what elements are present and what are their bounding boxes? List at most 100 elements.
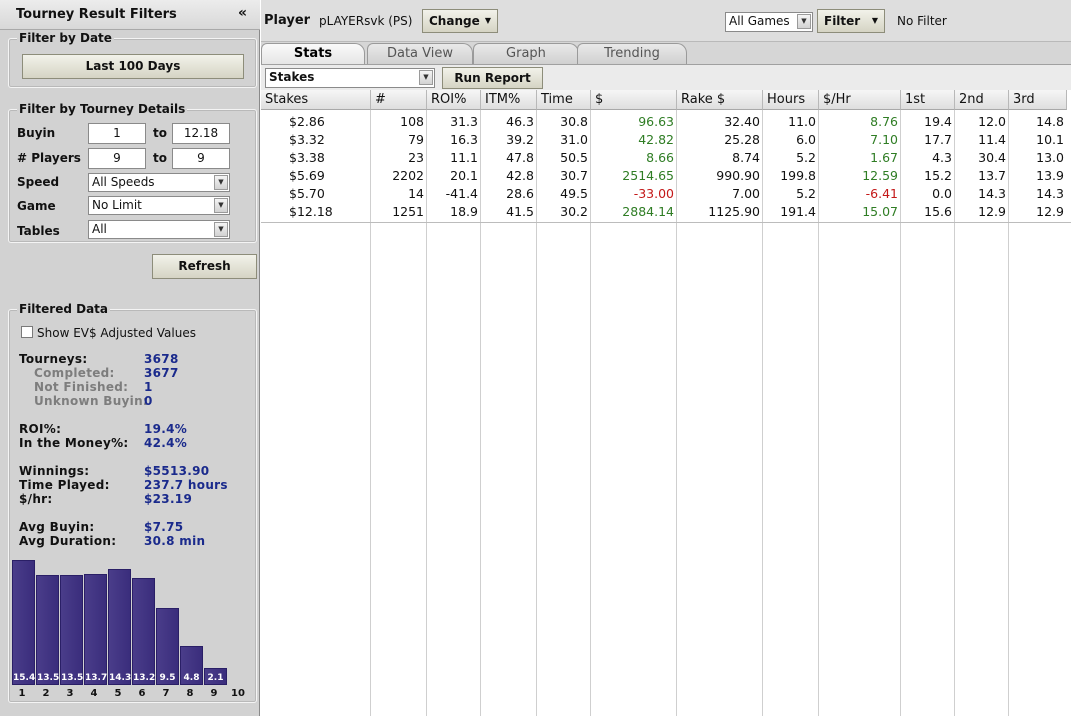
filter-button[interactable]: Filter ▼ (817, 9, 885, 33)
table-cell: 39.2 (506, 132, 534, 147)
histogram-bar: 14.3 (108, 569, 131, 685)
chevron-down-icon[interactable]: ▼ (214, 175, 228, 190)
buyin-to-label: to (153, 126, 167, 140)
run-report-button[interactable]: Run Report (442, 67, 543, 89)
table-cell: 32.40 (724, 114, 760, 129)
histogram-x-label: 2 (42, 688, 50, 699)
roi-label: ROI%: (19, 422, 62, 436)
refresh-button[interactable]: Refresh (152, 254, 257, 279)
speed-select[interactable]: All Speeds ▼ (88, 173, 230, 192)
histogram-bar: 15.4 (12, 560, 35, 685)
column-header[interactable]: Time (537, 90, 591, 110)
stats-table: Stakes # ROI% ITM% Time $ Rake $ Hours $/Hr 1st 2n… (261, 90, 1071, 716)
tourneys-value: 3678 (144, 352, 179, 366)
column-header[interactable]: $/Hr (819, 90, 901, 110)
table-cell: 96.63 (638, 114, 674, 129)
histogram-x-label: 7 (162, 688, 170, 699)
change-player-label: Change (429, 14, 480, 28)
column-header[interactable]: 3rd (1009, 90, 1067, 110)
collapse-icon[interactable]: « (238, 5, 247, 21)
table-cell: 18.9 (450, 204, 478, 219)
table-cell: 12.9 (1036, 204, 1064, 219)
players-from-input[interactable]: 9 (88, 148, 146, 169)
histogram-bar: 13.5 (60, 575, 83, 685)
column-header[interactable]: 2nd (955, 90, 1009, 110)
chevron-down-icon[interactable]: ▼ (214, 198, 228, 213)
not-finished-label: Not Finished: (34, 380, 129, 394)
report-tabs: Stats Data View Graph Trending (261, 42, 1071, 64)
table-cell: -41.4 (445, 186, 478, 201)
player-label: Player (264, 13, 311, 28)
tab-graph[interactable]: Graph (473, 43, 579, 64)
unknown-buyin-value: 0 (144, 394, 153, 408)
table-cell: $12.18 (289, 204, 333, 219)
tables-select[interactable]: All ▼ (88, 220, 230, 239)
column-header[interactable]: 1st (901, 90, 955, 110)
column-header[interactable]: ROI% (427, 90, 481, 110)
change-player-button[interactable]: Change ▼ (422, 9, 498, 33)
table-end-line (261, 222, 1071, 223)
tables-label: Tables (17, 224, 60, 238)
table-cell: 191.4 (780, 204, 816, 219)
games-select[interactable]: All Games ▼ (725, 12, 813, 32)
chevron-down-icon[interactable]: ▼ (797, 14, 811, 29)
tab-data-view[interactable]: Data View (367, 43, 473, 64)
players-to-input[interactable]: 9 (172, 148, 230, 169)
histogram-bar-value: 13.2 (133, 673, 156, 683)
chevron-down-icon[interactable]: ▼ (214, 222, 228, 237)
table-cell: 31.3 (450, 114, 478, 129)
table-cell: 11.0 (788, 114, 816, 129)
histogram-bar-value: 13.7 (85, 673, 108, 683)
table-cell: 990.90 (716, 168, 760, 183)
column-header[interactable]: $ (591, 90, 677, 110)
table-cell: 6.0 (796, 132, 816, 147)
column-header[interactable]: Rake $ (677, 90, 763, 110)
column-header[interactable]: ITM% (481, 90, 537, 110)
buyin-from-input[interactable]: 1 (88, 123, 146, 144)
report-select[interactable]: Stakes ▼ (265, 68, 435, 88)
buyin-label: Buyin (17, 126, 56, 140)
table-cell: 7.00 (732, 186, 760, 201)
ev-adjusted-label: Show EV$ Adjusted Values (37, 326, 196, 340)
last-100-days-button[interactable]: Last 100 Days (22, 54, 244, 79)
game-select[interactable]: No Limit ▼ (88, 196, 230, 215)
player-toolbar: Player pLAYERsvk (PS) Change ▼ All Games… (261, 0, 1071, 42)
table-cell: $3.32 (289, 132, 325, 147)
completed-label: Completed: (34, 366, 115, 380)
table-cell: 1251 (392, 204, 424, 219)
table-cell: 14.3 (1036, 186, 1064, 201)
column-header[interactable]: # (371, 90, 427, 110)
histogram-bar: 13.5 (36, 575, 59, 685)
table-cell: 2884.14 (622, 204, 674, 219)
filter-button-label: Filter (824, 14, 861, 28)
table-cell: 17.7 (924, 132, 952, 147)
table-cell: 42.8 (506, 168, 534, 183)
histogram-bar-value: 14.3 (109, 673, 132, 683)
table-cell: 79 (408, 132, 424, 147)
table-cell: 2202 (392, 168, 424, 183)
roi-value: 19.4% (144, 422, 188, 436)
table-cell: 42.82 (638, 132, 674, 147)
table-cell: 31.0 (560, 132, 588, 147)
column-header[interactable]: Hours (763, 90, 819, 110)
column-header[interactable]: Stakes (261, 90, 371, 110)
table-cell: 4.3 (932, 150, 952, 165)
table-cell: 8.76 (870, 114, 898, 129)
tourneys-label: Tourneys: (19, 352, 88, 366)
ev-adjusted-checkbox[interactable] (21, 326, 33, 338)
table-cell: 28.6 (506, 186, 534, 201)
histogram-bar-value: 13.5 (61, 673, 84, 683)
speed-label: Speed (17, 175, 60, 189)
table-cell: 16.3 (450, 132, 478, 147)
buyin-to-input[interactable]: 12.18 (172, 123, 230, 144)
table-cell: 10.1 (1036, 132, 1064, 147)
tab-stats[interactable]: Stats (261, 43, 365, 64)
histogram-x-label: 1 (18, 688, 26, 699)
table-cell: -33.00 (633, 186, 674, 201)
filter-by-date-title: Filter by Date (17, 31, 114, 45)
histogram-bar-value: 4.8 (183, 673, 200, 683)
tab-trending[interactable]: Trending (577, 43, 687, 64)
table-cell: 11.1 (450, 150, 478, 165)
table-cell: 19.4 (924, 114, 952, 129)
chevron-down-icon[interactable]: ▼ (419, 70, 433, 85)
